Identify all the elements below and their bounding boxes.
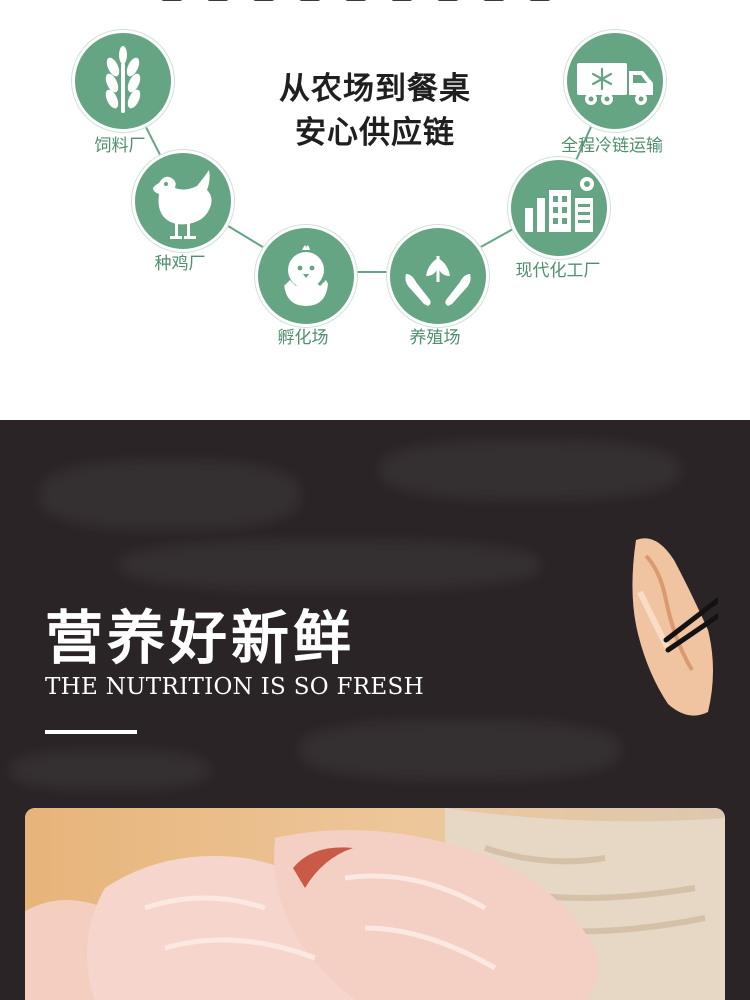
step-label-cold-chain: 全程冷链运输 — [561, 136, 663, 156]
chalk-texture — [120, 540, 540, 590]
title-underline — [45, 730, 137, 734]
refrigerated-truck-icon — [577, 63, 653, 105]
step-label-breeder-farm: 种鸡厂 — [154, 254, 206, 274]
step-modern-factory — [508, 157, 610, 259]
step-breeding-farm — [387, 225, 489, 327]
supply-chain-section: 从农场到餐桌 安心供应链 饲料厂 种鸡厂 孵化场 养殖场 现代化工厂 全程冷链运… — [0, 0, 750, 420]
chalk-texture — [40, 460, 300, 530]
chalk-texture — [380, 440, 680, 500]
wheat-icon — [105, 46, 141, 113]
factory-icon — [525, 177, 594, 232]
nutrition-subtitle: THE NUTRITION IS SO FRESH — [45, 674, 424, 700]
chalk-texture — [10, 750, 210, 790]
raw-chicken-wings-photo — [25, 808, 725, 1000]
hen-icon — [153, 170, 212, 239]
chick-hatching-icon — [284, 245, 328, 306]
step-label-breeding-farm: 养殖场 — [409, 328, 461, 348]
hands-sprout-icon — [405, 256, 471, 306]
step-hatchery — [255, 225, 357, 327]
chicken-strip-with-chopsticks-image — [632, 538, 718, 716]
headline-line-2: 安心供应链 — [295, 115, 455, 151]
step-breeder-farm — [132, 150, 234, 252]
supply-chain-headline: 从农场到餐桌 安心供应链 — [245, 67, 505, 155]
step-feed-mill — [72, 30, 174, 132]
chalk-texture — [300, 720, 620, 780]
nutrition-section: 营养好新鲜 THE NUTRITION IS SO FRESH — [0, 420, 750, 1000]
step-label-hatchery: 孵化场 — [277, 328, 329, 348]
nutrition-title: 营养好新鲜 — [45, 604, 356, 672]
step-cold-chain — [564, 30, 666, 132]
step-label-modern-factory: 现代化工厂 — [515, 261, 601, 281]
headline-line-1: 从农场到餐桌 — [279, 71, 471, 107]
